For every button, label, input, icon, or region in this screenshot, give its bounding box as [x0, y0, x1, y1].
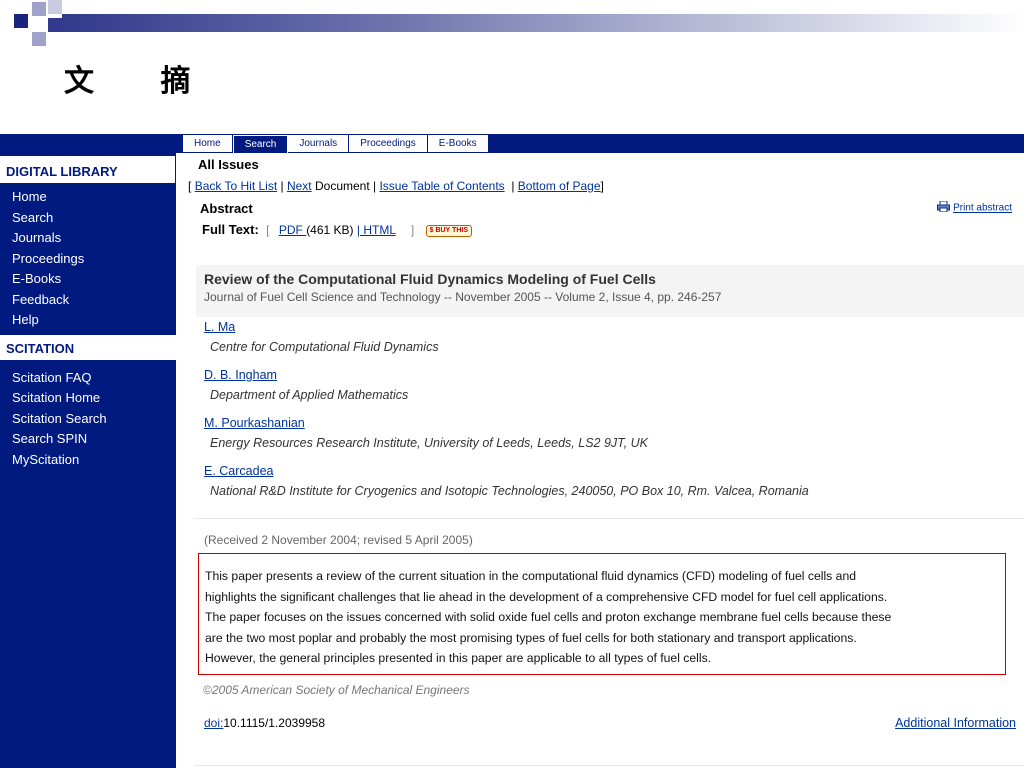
- tab-journals[interactable]: Journals: [288, 135, 350, 152]
- sidebar-item-scitation-search[interactable]: Scitation Search: [12, 409, 176, 430]
- banner-gradient-bar: [62, 14, 1024, 32]
- full-text-row: Full Text: [ PDF (461 KB) | HTML ] $ BUY…: [202, 222, 472, 237]
- decor-square: [48, 0, 62, 14]
- decor-square: [32, 32, 46, 46]
- full-text-label: Full Text:: [202, 222, 259, 237]
- abstract-heading: Abstract: [200, 201, 253, 216]
- doi-value: 10.1115/1.2039958: [223, 716, 326, 730]
- article-source: Journal of Fuel Cell Science and Technol…: [204, 290, 722, 304]
- bracket-close: ]: [410, 223, 415, 237]
- sidebar-item-myscitation[interactable]: MyScitation: [12, 450, 176, 471]
- received-date: (Received 2 November 2004; revised 5 Apr…: [204, 533, 473, 547]
- author-affiliation: Energy Resources Research Institute, Uni…: [210, 436, 648, 450]
- author-link[interactable]: D. B. Ingham: [204, 368, 277, 382]
- abstract-line: highlights the significant challenges th…: [205, 589, 888, 604]
- abstract-line: The paper focuses on the issues concerne…: [205, 610, 892, 624]
- html-link[interactable]: HTML: [360, 223, 395, 237]
- sidebar-item-proceedings[interactable]: Proceedings: [12, 249, 176, 270]
- bracket-close: ]: [600, 179, 604, 193]
- sidebar-item-scitation-home[interactable]: Scitation Home: [12, 388, 176, 409]
- decor-square: [32, 2, 46, 16]
- doi-link[interactable]: doi:: [204, 716, 223, 730]
- slide-banner: [0, 0, 1024, 48]
- tab-home[interactable]: Home: [183, 135, 233, 152]
- tab-search[interactable]: Search: [232, 135, 289, 153]
- author-affiliation: National R&D Institute for Cryogenics an…: [210, 484, 809, 498]
- sidebar-item-help[interactable]: Help: [12, 310, 176, 331]
- author-link[interactable]: E. Carcadea: [204, 464, 273, 478]
- sidebar-item-e-books[interactable]: E-Books: [12, 269, 176, 290]
- bracket-open: [: [188, 179, 192, 193]
- author-link[interactable]: M. Pourkashanian: [204, 416, 305, 430]
- author-link[interactable]: L. Ma: [204, 320, 235, 334]
- issue-toc-link[interactable]: Issue Table of Contents: [379, 179, 504, 193]
- divider: [194, 518, 1024, 519]
- print-abstract[interactable]: Print abstract: [937, 200, 1012, 215]
- separator: |: [504, 179, 518, 193]
- main-content: All Issues [ Back To Hit List | Next Doc…: [176, 153, 1024, 768]
- abstract-text: This paper presents a review of the curr…: [205, 566, 1011, 669]
- author-affiliation: Centre for Computational Fluid Dynamics: [210, 340, 439, 354]
- section-title: All Issues: [198, 157, 259, 172]
- bottom-of-page-link[interactable]: Bottom of Page: [518, 179, 601, 193]
- top-nav-bar: [0, 134, 1024, 153]
- sidebar-heading-digital-library: DIGITAL LIBRARY: [0, 156, 176, 183]
- author-affiliation: Department of Applied Mathematics: [210, 388, 409, 402]
- sidebar-item-journals[interactable]: Journals: [12, 228, 176, 249]
- divider: [194, 765, 1024, 766]
- abstract-line: However, the general principles presente…: [205, 651, 712, 665]
- abstract-line: are the two most poplar and probably the…: [205, 630, 857, 645]
- abstract-box: This paper presents a review of the curr…: [198, 553, 1006, 675]
- printer-icon: [937, 200, 951, 215]
- slide-title: 文 摘: [64, 64, 219, 99]
- decor-square: [48, 18, 62, 32]
- top-nav-tabs: Home Search Journals Proceedings E-Books: [183, 134, 489, 153]
- bracket-open: [: [266, 223, 270, 237]
- print-abstract-link[interactable]: Print abstract: [953, 203, 1012, 214]
- buy-this-button[interactable]: $ BUY THIS: [425, 224, 472, 237]
- sidebar-list-scitation: Scitation FAQ Scitation Home Scitation S…: [0, 360, 176, 473]
- tab-proceedings[interactable]: Proceedings: [349, 135, 428, 152]
- additional-information-link[interactable]: Additional Information: [895, 716, 1016, 730]
- next-link[interactable]: Next: [287, 179, 312, 193]
- back-to-hit-list-link[interactable]: Back To Hit List: [195, 179, 277, 193]
- pdf-size: (461 KB): [306, 223, 354, 237]
- sidebar-item-feedback[interactable]: Feedback: [12, 290, 176, 311]
- separator: |: [277, 179, 287, 193]
- sidebar-heading-scitation: SCITATION: [0, 334, 176, 360]
- sidebar-item-scitation-faq[interactable]: Scitation FAQ: [12, 368, 176, 389]
- pdf-link[interactable]: PDF: [279, 223, 306, 237]
- breadcrumb: [ Back To Hit List | Next Document | Iss…: [188, 179, 604, 193]
- decor-square: [14, 14, 28, 28]
- sidebar: DIGITAL LIBRARY Home Search Journals Pro…: [0, 153, 176, 768]
- copyright: ©2005 American Society of Mechanical Eng…: [203, 683, 470, 697]
- sidebar-list-digital-library: Home Search Journals Proceedings E-Books…: [0, 183, 176, 333]
- document-text: Document |: [311, 179, 380, 193]
- abstract-line: This paper presents a review of the curr…: [205, 569, 856, 583]
- tab-e-books[interactable]: E-Books: [427, 135, 489, 152]
- sidebar-item-search[interactable]: Search: [12, 208, 176, 229]
- article-title: Review of the Computational Fluid Dynami…: [204, 271, 656, 287]
- sidebar-item-home[interactable]: Home: [12, 187, 176, 208]
- doi-row: doi:10.1115/1.2039958: [204, 716, 325, 730]
- sidebar-item-search-spin[interactable]: Search SPIN: [12, 429, 176, 450]
